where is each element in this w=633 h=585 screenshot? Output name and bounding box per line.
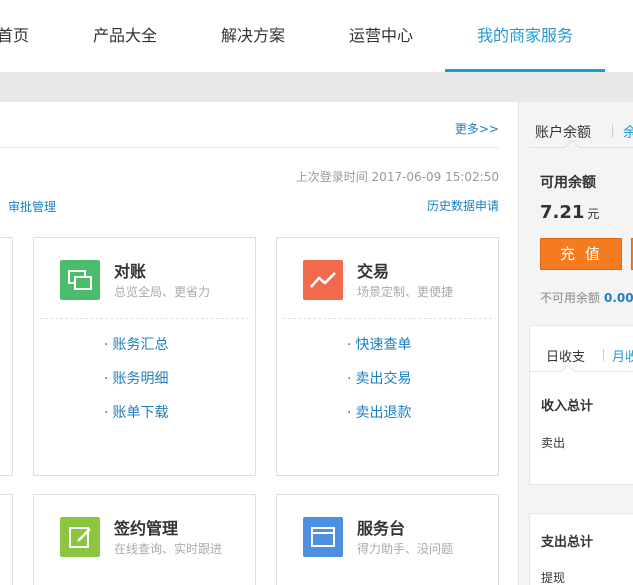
approval-management-link[interactable]: 审批管理 xyxy=(8,198,56,215)
gray-band xyxy=(0,72,633,102)
tab-underline xyxy=(530,371,633,372)
income-total-title: 收入总计 xyxy=(541,399,594,414)
nav-my-merchant-services[interactable]: 我的商家服务 xyxy=(477,22,573,46)
card-subtitle: 在线查询、实时跟进 xyxy=(114,542,223,556)
expense-total-title: 支出总计 xyxy=(541,535,594,550)
more-link[interactable]: 更多>> xyxy=(455,120,499,137)
nav-operations[interactable]: 运营中心 xyxy=(349,22,413,46)
link-account-details[interactable]: · 账务明细 xyxy=(104,368,168,402)
link-bill-download[interactable]: · 账单下载 xyxy=(104,402,168,436)
last-login-time: 上次登录时间 2017-06-09 15:02:50 xyxy=(295,170,499,184)
link-sales-trade[interactable]: · 卖出交易 xyxy=(347,368,411,402)
tab-caret xyxy=(564,139,580,155)
nav-home[interactable]: 首页 xyxy=(0,22,29,46)
sign-edit-icon xyxy=(60,517,100,557)
card-title: 对账 xyxy=(114,262,147,281)
income-item-sales: 卖出 xyxy=(541,436,566,450)
available-balance-amount: 7.21 xyxy=(540,202,585,223)
nav-solutions[interactable]: 解决方案 xyxy=(221,22,285,46)
tab-separator xyxy=(603,349,604,361)
available-balance: 7.21 元 xyxy=(540,202,599,223)
card-trade: 交易 场景定制、更便捷 · 快速查单 · 卖出交易 · 卖出退款 xyxy=(276,237,499,476)
section-divider xyxy=(0,147,498,148)
tab-daily[interactable]: 日收支 xyxy=(546,346,585,365)
card-subtitle: 总览全局、更省力 xyxy=(114,285,211,299)
card-title: 服务台 xyxy=(357,519,406,538)
recharge-button[interactable]: 充值 xyxy=(540,238,622,270)
link-sales-refund[interactable]: · 卖出退款 xyxy=(347,402,411,436)
card-partial-left-bottom xyxy=(0,494,13,585)
account-sidebar: 账户余额 余 可用余额 7.21元 充值 不可用余额0.00 日收支 月收支 收… xyxy=(518,102,633,585)
card-link-list: · 快速查单 · 卖出交易 · 卖出退款 xyxy=(347,334,411,436)
history-data-request-link[interactable]: 历史数据申请 xyxy=(427,197,499,214)
link-account-summary[interactable]: · 账务汇总 xyxy=(104,334,168,368)
available-balance-label: 可用余额 xyxy=(540,175,596,191)
card-subtitle: 得力助手、没问题 xyxy=(357,542,454,556)
tab-monthly[interactable]: 月收支 xyxy=(612,346,633,365)
card-divider xyxy=(40,318,249,319)
reconcile-icon xyxy=(60,260,100,300)
card-reconcile: 对账 总览全局、更省力 · 账务汇总 · 账务明细 · 账单下载 xyxy=(33,237,256,476)
expense-item-withdraw: 提现 xyxy=(541,571,566,585)
unavailable-balance: 不可用余额 0.00 xyxy=(540,289,633,306)
card-title: 签约管理 xyxy=(114,519,179,538)
nav-products[interactable]: 产品大全 xyxy=(93,22,157,46)
service-window-icon xyxy=(303,517,343,557)
card-partial-left-top xyxy=(0,237,13,476)
card-link-list: · 账务汇总 · 账务明细 · 账单下载 xyxy=(104,334,168,436)
tab-underline xyxy=(529,147,633,148)
income-expense-panel: 日收支 月收支 收入总计 卖出 支出总计 提现 xyxy=(529,325,633,585)
tab-caret xyxy=(560,363,576,379)
trend-chart-icon xyxy=(303,260,343,300)
link-quick-query[interactable]: · 快速查单 xyxy=(347,334,411,368)
unavailable-balance-amount: 0.00 xyxy=(604,291,633,305)
unavailable-balance-label: 不可用余额 xyxy=(540,291,601,305)
tab-account-balance[interactable]: 账户余额 xyxy=(535,122,591,142)
card-title: 交易 xyxy=(357,262,390,281)
main-content: 更多>> 上次登录时间 2017-06-09 15:02:50 审批管理 历史数… xyxy=(0,102,518,585)
currency-unit: 元 xyxy=(587,207,600,221)
tab-separator xyxy=(612,124,613,138)
card-service-desk: 服务台 得力助手、没问题 xyxy=(276,494,499,585)
tab-second-partial[interactable]: 余 xyxy=(623,122,633,142)
top-nav: 首页 产品大全 解决方案 运营中心 我的商家服务 xyxy=(0,0,633,72)
card-subtitle: 场景定制、更便捷 xyxy=(357,285,454,299)
panel-gap xyxy=(529,484,633,514)
card-contract-management: 签约管理 在线查询、实时跟进 xyxy=(33,494,256,585)
card-divider xyxy=(283,318,492,319)
